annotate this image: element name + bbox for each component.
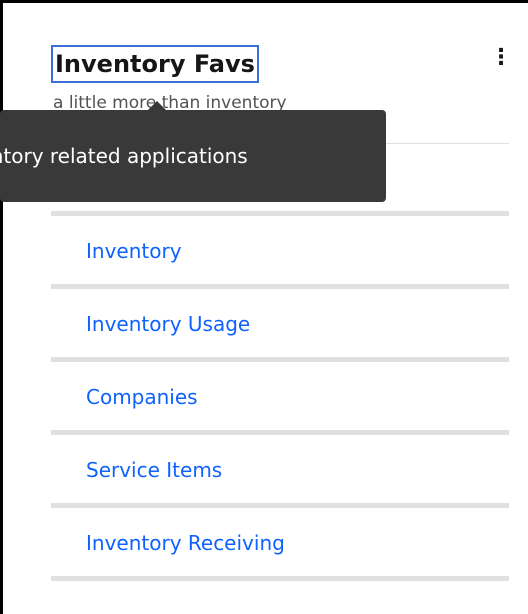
list-divider (51, 576, 509, 581)
link-inventory-receiving[interactable]: Inventory Receiving (86, 531, 285, 555)
link-inventory-usage[interactable]: Inventory Usage (86, 312, 250, 336)
favorites-list: Inventory Inventory Usage Companies Serv… (51, 211, 509, 581)
tooltip: Inventory related applications (0, 110, 386, 202)
list-item: Inventory (51, 216, 509, 284)
list-item: Companies (51, 362, 509, 430)
link-inventory[interactable]: Inventory (86, 239, 182, 263)
card-container: Inventory Favs a little more than invent… (0, 0, 528, 614)
link-service-items[interactable]: Service Items (86, 458, 222, 482)
list-item: Inventory Receiving (51, 508, 509, 576)
overflow-menu-button[interactable]: ⋮ (487, 41, 515, 75)
card-title[interactable]: Inventory Favs (51, 45, 259, 83)
link-companies[interactable]: Companies (86, 385, 198, 409)
tooltip-text: Inventory related applications (0, 144, 248, 168)
tooltip-caret (148, 101, 166, 110)
list-item: Service Items (51, 435, 509, 503)
overflow-menu-vertical-icon: ⋮ (490, 45, 512, 70)
list-item: Inventory Usage (51, 289, 509, 357)
